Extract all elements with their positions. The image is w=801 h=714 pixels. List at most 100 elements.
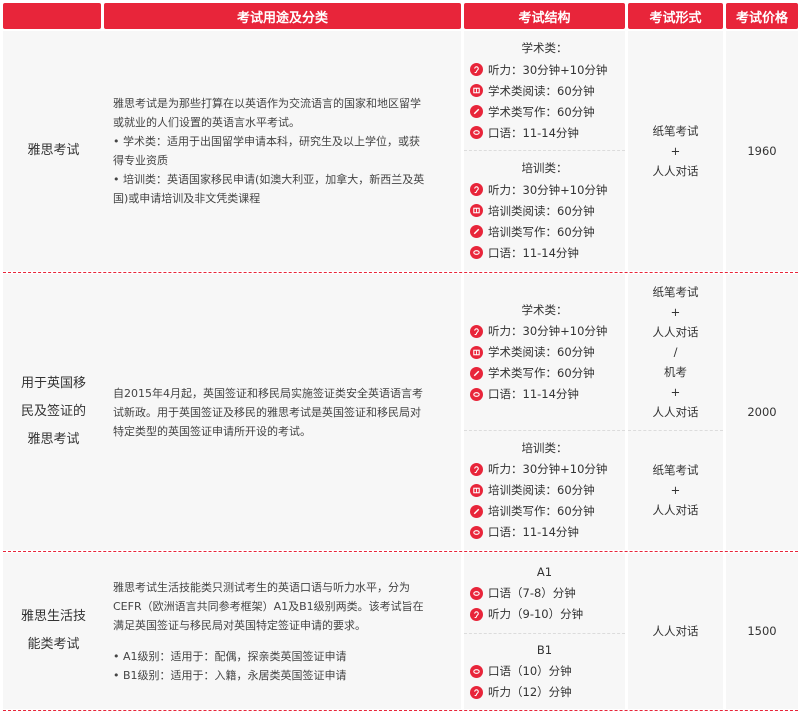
structure-item: 学术类阅读：60分钟 (470, 342, 619, 363)
row-category: 用于英国移民及签证的雅思考试 (3, 274, 104, 550)
pencil-icon (470, 366, 483, 380)
structure-block: B1 口语（10）分钟 听力（12）分钟 (470, 633, 619, 709)
description-line: 得专业资质 (113, 154, 168, 167)
structure-item: 口语：11-14分钟 (470, 384, 619, 405)
book-icon (470, 84, 483, 97)
description-line: CEFR（欧洲语言共同参考框架）A1及B1级别两类。该考试旨在 (113, 599, 424, 613)
description-line: 或就业的人们设置的英语言水平考试。 (113, 116, 300, 129)
category-line: 雅思考试 (27, 432, 80, 447)
header-format: 考试形式 (628, 3, 723, 29)
category-line: 民及签证的 (20, 404, 86, 419)
structure-item: 学术类写作：60分钟 (470, 101, 619, 122)
format-line: 纸笔考试 (652, 285, 699, 299)
book-icon (470, 204, 483, 217)
structure-item-text: 培训类阅读：60分钟 (488, 203, 595, 218)
row-divider (3, 551, 798, 552)
structure-title: 培训类： (521, 161, 568, 175)
ear-icon (470, 685, 483, 699)
structure-divider (464, 633, 625, 634)
pencil-icon (470, 105, 483, 118)
structure-item-text: 听力：30分钟+10分钟 (488, 324, 608, 338)
header-usage: 考试用途及分类 (104, 3, 461, 29)
format-divider (628, 430, 723, 431)
structure-item-text: 听力：30分钟+10分钟 (488, 182, 608, 197)
structure-item: 培训类写作：60分钟 (470, 221, 619, 242)
structure-item-text: 学术类阅读：60分钟 (488, 83, 595, 98)
format-line: 人人对话 (652, 405, 699, 419)
ear-icon (470, 607, 483, 621)
row-price: 1960 (747, 144, 777, 158)
header-blank (3, 3, 101, 29)
description-line: • B1级别：适用于：入籍，永居类英国签证申请 (113, 668, 347, 682)
structure-item: 听力：30分钟+10分钟 (470, 179, 619, 200)
row-price: 2000 (747, 405, 777, 419)
row-divider (3, 272, 798, 273)
format-line: 人人对话 (652, 624, 699, 638)
structure-item: 学术类阅读：60分钟 (470, 80, 619, 101)
format-line: + (670, 305, 681, 319)
structure-item: 口语（7-8）分钟 (470, 583, 619, 604)
structure-block: A1 口语（7-8）分钟 听力（9-10）分钟 (470, 553, 619, 633)
description-line: • A1级别：适用于：配偶，探亲类英国签证申请 (113, 649, 347, 663)
structure-item-text: 培训类写作：60分钟 (488, 504, 595, 518)
structure-item: 口语：11-14分钟 (470, 242, 619, 263)
structure-block: 培训类： 听力：30分钟+10分钟 培训类阅读：60分钟 培训类写作：60分钟 口语：1… (470, 150, 619, 271)
row-category: 雅思考试 (3, 31, 104, 271)
ear-icon (470, 462, 483, 476)
structure-item: 口语（10）分钟 (470, 661, 619, 682)
description-line: • 学术类：适用于出国留学申请本科，研究生及以上学位，或获 (113, 135, 420, 148)
structure-item-text: 听力（9-10）分钟 (488, 607, 584, 621)
structure-item: 学术类写作：60分钟 (470, 363, 619, 384)
structure-block: 学术类： 听力：30分钟+10分钟 学术类阅读：60分钟 学术类写作：60分钟 口语：1… (470, 31, 619, 150)
structure-item: 听力：30分钟+10分钟 (470, 321, 619, 342)
ear-icon (470, 183, 483, 196)
structure-item-text: 口语：11-14分钟 (488, 245, 579, 260)
row-format: 纸笔考试 + 人人对话 / 机考 + 人人对话 (628, 274, 723, 430)
format-line: + (670, 385, 681, 399)
description-line: 雅思考试是为那些打算在以英语作为交流语言的国家和地区留学 (113, 97, 421, 110)
row-divider (3, 710, 798, 711)
structure-item: 口语：11-14分钟 (470, 522, 619, 543)
structure-item-text: 听力：30分钟+10分钟 (488, 62, 608, 77)
header-structure: 考试结构 (464, 3, 625, 29)
category-line: 用于英国移 (20, 376, 86, 391)
exam-table: 考试用途及分类 考试结构 考试形式 考试价格 雅思考试 雅思考试是为那些打算在以英… (0, 0, 801, 714)
structure-item-text: 口语：11-14分钟 (488, 525, 579, 539)
pencil-icon (470, 504, 483, 518)
structure-item: 培训类阅读：60分钟 (470, 480, 619, 501)
format-line: 人人对话 (652, 164, 699, 178)
format-line: / (673, 345, 678, 359)
format-line: + (670, 144, 681, 158)
structure-divider (464, 150, 625, 151)
format-line: + (670, 483, 681, 497)
structure-title: 学术类： (521, 302, 568, 317)
structure-item-text: 培训类写作：60分钟 (488, 224, 595, 239)
mouth-icon (470, 126, 483, 139)
mouth-icon (470, 387, 483, 401)
description-line: 国)或申请培训及非文凭类课程 (113, 192, 261, 205)
structure-item-text: 口语（7-8）分钟 (488, 586, 576, 600)
structure-item: 培训类写作：60分钟 (470, 501, 619, 522)
structure-item-text: 听力（12）分钟 (488, 685, 572, 699)
structure-title: 培训类： (521, 440, 568, 455)
description-line: 特定类型的英国签证申请所开设的考试。 (113, 424, 311, 438)
structure-title: A1 (536, 564, 553, 579)
format-line: 纸笔考试 (652, 124, 699, 138)
description-line: 雅思考试生活技能类只测试考生的英语口语与听力水平，分为 (113, 580, 410, 594)
description-line: • 培训类：英语国家移民申请(如澳大利亚，加拿大，新西兰及英 (113, 173, 425, 186)
ear-icon (470, 63, 483, 76)
mouth-icon (470, 525, 483, 539)
structure-item-text: 培训类阅读：60分钟 (488, 483, 595, 497)
structure-item-text: 学术类写作：60分钟 (488, 366, 595, 380)
structure-item: 听力：30分钟+10分钟 (470, 459, 619, 480)
row-format: 纸笔考试 + 人人对话 (628, 430, 723, 550)
row-price: 1500 (747, 624, 777, 638)
book-icon (470, 483, 483, 497)
mouth-icon (470, 586, 483, 600)
structure-item: 口语：11-14分钟 (470, 122, 619, 143)
row-description: 雅思考试生活技能类只测试考生的英语口语与听力水平，分为 CEFR（欧洲语言共同参考… (113, 553, 452, 709)
ear-icon (470, 324, 483, 338)
structure-item-text: 听力：30分钟+10分钟 (488, 462, 608, 476)
format-line: 人人对话 (652, 503, 699, 517)
structure-divider (464, 430, 625, 431)
